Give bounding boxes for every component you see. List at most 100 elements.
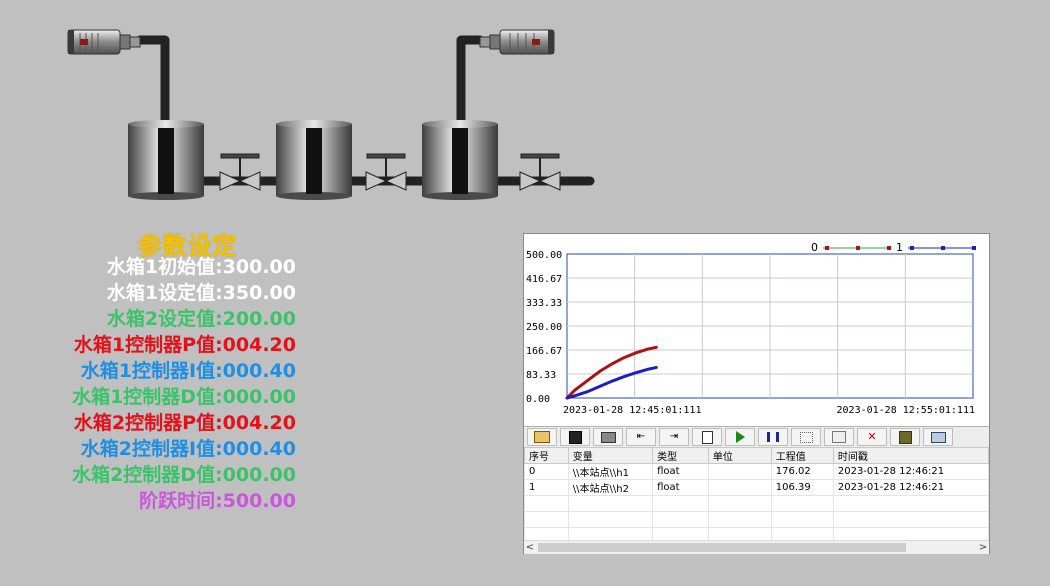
- table-button[interactable]: [824, 428, 854, 446]
- cell-type: float: [652, 463, 709, 480]
- trend-chart[interactable]: 500.00 416.67 333.33 250.00 166.67 83.33 0.00 2…: [524, 234, 989, 426]
- y-tick-label: 250.00: [526, 322, 562, 333]
- param-label: 水箱1控制器I值:: [80, 360, 223, 382]
- pause-button[interactable]: [758, 428, 788, 446]
- pump-motor-right[interactable]: [479, 29, 555, 55]
- x-end-label: 2023-01-28 12:55:01:111: [837, 405, 975, 416]
- print-icon: [600, 431, 616, 443]
- new-button[interactable]: [692, 428, 722, 446]
- param-row: 水箱1设定值:350.00: [107, 280, 296, 306]
- param-value[interactable]: 004.20: [223, 412, 296, 434]
- table-header-row: 序号 变量 类型 单位 工程值 时间戳: [524, 447, 990, 464]
- legend-marker: [910, 246, 914, 250]
- process-diagram: [67, 29, 595, 200]
- window-icon: [930, 431, 946, 443]
- y-tick-label: 416.67: [526, 274, 562, 285]
- cell-timestamp: 2023-01-28 12:46:21: [832, 463, 990, 480]
- scroll-right-arrow[interactable]: >: [977, 541, 989, 554]
- first-button[interactable]: ⇤: [626, 428, 656, 446]
- param-row: 阶跃时间:500.00: [139, 488, 296, 514]
- cell-value: 106.39: [770, 479, 834, 496]
- param-value[interactable]: 300.00: [223, 256, 296, 278]
- print-button[interactable]: [593, 428, 623, 446]
- param-row: 水箱2设定值:200.00: [107, 306, 296, 332]
- col-header[interactable]: 变量: [567, 447, 654, 464]
- table-row: [524, 511, 990, 528]
- cell-variable: \\本站点\\h1: [567, 463, 654, 480]
- trend-window[interactable]: 500.00 416.67 333.33 250.00 166.67 83.33 0.00 2…: [523, 233, 990, 554]
- delete-button[interactable]: ✕: [857, 428, 887, 446]
- param-label: 水箱1控制器D值:: [72, 386, 223, 408]
- y-tick-label: 166.67: [526, 346, 562, 357]
- new-icon: [701, 430, 713, 444]
- param-value[interactable]: 350.00: [223, 282, 296, 304]
- play-button[interactable]: [725, 428, 755, 446]
- param-label: 水箱1初始值:: [106, 256, 223, 278]
- table-row[interactable]: 0 \\本站点\\h1 float 176.02 2023-01-28 12:4…: [524, 463, 990, 480]
- tank-1[interactable]: [128, 120, 204, 200]
- legend-label: 0: [811, 241, 818, 254]
- variable-table-area: 序号 变量 类型 单位 工程值 时间戳 0 \\本站点\\h1 float 17…: [524, 447, 990, 544]
- scroll-left-arrow[interactable]: <: [524, 541, 536, 554]
- cell-index: 1: [524, 479, 569, 496]
- table-row: [524, 495, 990, 512]
- cell-timestamp: 2023-01-28 12:46:21: [832, 479, 990, 496]
- save-button[interactable]: [560, 428, 590, 446]
- trend-toolbar: ⇤ ⇥ ✕: [524, 426, 989, 448]
- param-row: 水箱1初始值:300.00: [107, 254, 296, 280]
- legend-marker: [825, 246, 829, 250]
- settings-button[interactable]: [890, 428, 920, 446]
- play-icon: [735, 431, 745, 443]
- open-button[interactable]: [527, 428, 557, 446]
- last-icon: ⇥: [669, 431, 679, 442]
- pump-motor-left[interactable]: [67, 29, 141, 55]
- param-label: 阶跃时间:: [139, 490, 223, 512]
- pause-icon: [767, 432, 779, 442]
- tank-2[interactable]: [276, 120, 352, 200]
- y-tick-label: 333.33: [526, 298, 562, 309]
- param-value[interactable]: 000.40: [223, 438, 296, 460]
- col-header[interactable]: 时间戳: [832, 447, 990, 464]
- horizontal-scrollbar[interactable]: < >: [524, 540, 989, 554]
- param-row: 水箱2控制器I值:000.40: [81, 436, 296, 462]
- param-row: 水箱1控制器D值:000.00: [72, 384, 296, 410]
- cell-unit: [707, 463, 772, 480]
- table-row[interactable]: 1 \\本站点\\h2 float 106.39 2023-01-28 12:4…: [524, 479, 990, 496]
- param-value[interactable]: 200.00: [223, 308, 296, 330]
- param-label: 水箱1设定值:: [106, 282, 223, 304]
- settings-icon: [898, 430, 912, 444]
- y-tick-label: 0.00: [526, 394, 550, 405]
- cell-type: float: [652, 479, 709, 496]
- param-value[interactable]: 000.00: [223, 386, 296, 408]
- legend-marker: [941, 246, 945, 250]
- scroll-thumb[interactable]: [538, 543, 906, 552]
- cell-unit: [707, 479, 772, 496]
- grid-button[interactable]: [791, 428, 821, 446]
- param-row: 水箱2控制器D值:000.00: [72, 462, 296, 488]
- param-value[interactable]: 000.00: [223, 464, 296, 486]
- param-label: 水箱2控制器P值:: [73, 412, 223, 434]
- variable-table: 序号 变量 类型 单位 工程值 时间戳 0 \\本站点\\h1 float 17…: [524, 447, 990, 544]
- window-button[interactable]: [923, 428, 953, 446]
- col-header[interactable]: 类型: [652, 447, 709, 464]
- cell-variable: \\本站点\\h2: [567, 479, 654, 496]
- param-value[interactable]: 000.40: [223, 360, 296, 382]
- y-tick-label: 83.33: [526, 370, 556, 381]
- param-value[interactable]: 500.00: [223, 490, 296, 512]
- param-label: 水箱2控制器I值:: [80, 438, 223, 460]
- pipes: [135, 35, 595, 186]
- col-header[interactable]: 单位: [707, 447, 772, 464]
- x-start-label: 2023-01-28 12:45:01:111: [563, 405, 701, 416]
- grid-icon: [799, 431, 813, 443]
- tank-3[interactable]: [422, 120, 498, 200]
- table-icon: [832, 431, 846, 443]
- col-header[interactable]: 工程值: [770, 447, 834, 464]
- param-value[interactable]: 004.20: [223, 334, 296, 356]
- save-icon: [568, 430, 582, 444]
- param-label: 水箱2设定值:: [106, 308, 223, 330]
- last-button[interactable]: ⇥: [659, 428, 689, 446]
- legend-marker: [887, 246, 891, 250]
- col-header[interactable]: 序号: [524, 447, 569, 464]
- legend-label: 1: [896, 241, 903, 254]
- param-row: 水箱2控制器P值:004.20: [74, 410, 296, 436]
